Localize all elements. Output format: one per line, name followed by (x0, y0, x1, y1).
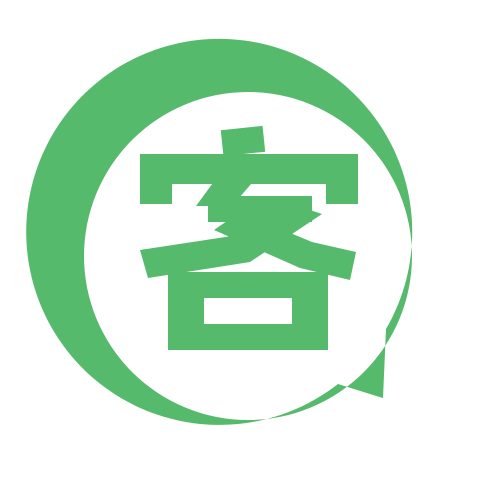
ke-logo (26, 38, 413, 425)
character-ke (140, 125, 358, 350)
logo-canvas (0, 0, 500, 500)
